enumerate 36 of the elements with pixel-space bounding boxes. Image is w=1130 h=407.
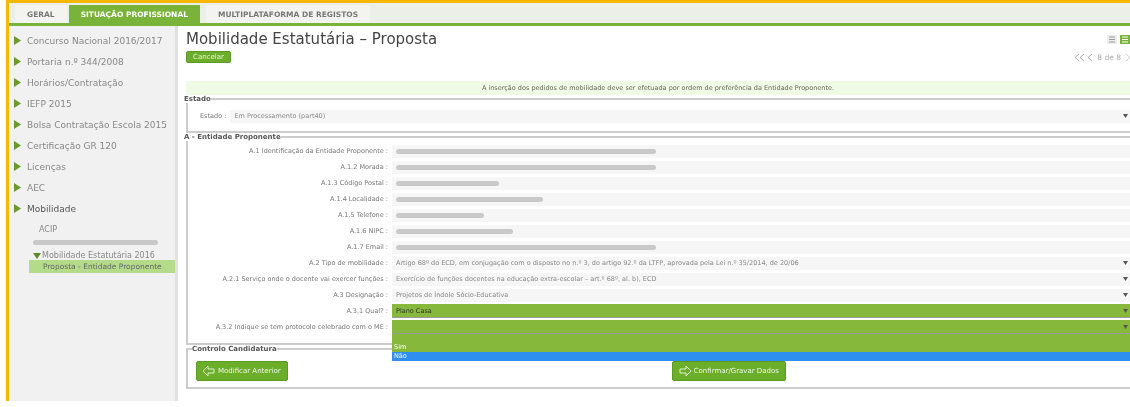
- triangle-icon: [14, 183, 21, 192]
- first-page-icon[interactable]: [1075, 53, 1085, 61]
- triangle-icon: [14, 36, 21, 45]
- left-arrow-icon: [203, 366, 215, 376]
- triangle-icon: [14, 141, 21, 150]
- sidebar-item[interactable]: AEC: [9, 177, 175, 198]
- caret-icon: [1123, 277, 1128, 281]
- triangle-icon: [14, 204, 21, 213]
- sidebar-subitem[interactable]: ACIP: [9, 219, 175, 234]
- list-view-icon[interactable]: [1107, 34, 1117, 44]
- triangle-icon: [14, 57, 21, 66]
- dropdown-field[interactable]: [392, 320, 1130, 334]
- triangle-down-icon: [33, 252, 41, 259]
- sidebar-item[interactable]: Mobilidade: [9, 198, 175, 219]
- next-page-icon[interactable]: [1125, 53, 1130, 61]
- sidebar-item[interactable]: Portaria n.º 344/2008: [9, 51, 175, 72]
- sidebar-item[interactable]: Horários/Contratação: [9, 72, 175, 93]
- caret-icon: [1123, 261, 1128, 265]
- caret-icon: [1123, 324, 1128, 329]
- sidebar-item[interactable]: Certificação GR 120: [9, 135, 175, 156]
- sidebar-item[interactable]: Bolsa Contratação Escola 2015: [9, 114, 175, 135]
- right-arrow-icon: [678, 366, 691, 376]
- triangle-icon: [14, 162, 21, 171]
- sidebar-item[interactable]: Licenças: [9, 156, 175, 177]
- triangle-icon: [14, 78, 21, 87]
- caret-icon: [1123, 308, 1128, 313]
- triangle-icon: [14, 99, 21, 108]
- sidebar-item[interactable]: Concurso Nacional 2016/2017: [9, 30, 175, 51]
- caret-icon: [1123, 114, 1128, 118]
- page-title: Mobilidade Estatutária – Proposta: [186, 30, 438, 48]
- triangle-icon: [14, 120, 21, 129]
- tree-folder[interactable]: Mobilidade Estatutária 2016: [9, 251, 175, 260]
- caret-icon: [1123, 293, 1128, 297]
- sidebar-item[interactable]: IEFP 2015: [9, 93, 175, 114]
- previous-page-icon[interactable]: [1088, 53, 1094, 61]
- grid-view-icon[interactable]: [1120, 34, 1130, 44]
